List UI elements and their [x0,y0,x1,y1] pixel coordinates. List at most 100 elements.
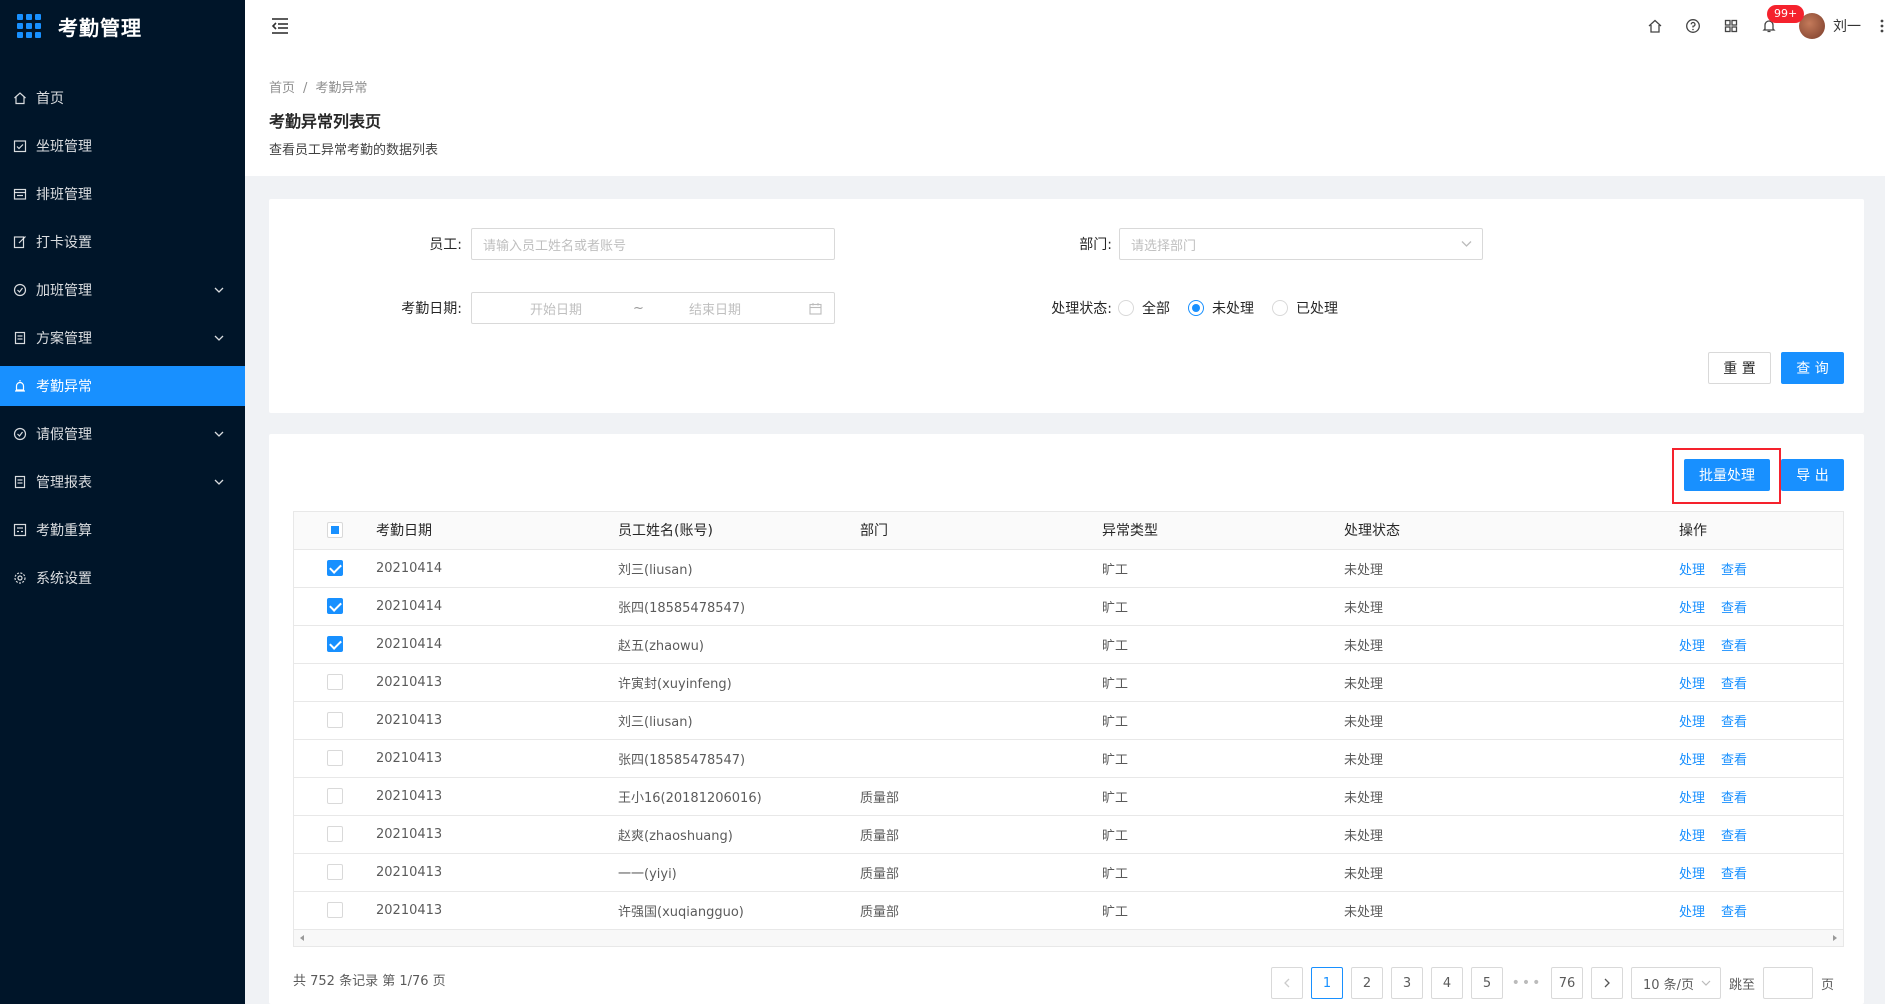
user-name[interactable]: 刘一 [1833,16,1861,36]
scroll-left-icon[interactable] [300,935,304,941]
row-checkbox[interactable] [327,674,343,690]
table-row[interactable]: 20210413 赵爽(zhaoshuang) 质量部 旷工 未处理 处理 查看 [294,815,1843,854]
sidebar-item-5[interactable]: 方案管理 [0,318,245,358]
horizontal-scrollbar[interactable] [294,929,1843,946]
reset-button[interactable]: 重 置 [1708,352,1771,384]
sidebar-item-3[interactable]: 打卡设置 [0,222,245,262]
row-checkbox[interactable] [327,712,343,728]
page-4-button[interactable]: 4 [1431,967,1463,999]
scroll-right-icon[interactable] [1833,935,1837,941]
view-link[interactable]: 查看 [1721,715,1747,730]
row-checkbox[interactable] [327,560,343,576]
status-radio-all[interactable]: 全部 [1118,298,1170,318]
notification-button[interactable]: 99+ [1761,5,1805,34]
last-page-button[interactable]: 76 [1551,967,1583,999]
table-row[interactable]: 20210414 张四(18585478547) 旷工 未处理 处理 查看 [294,587,1843,626]
sidebar-item-7[interactable]: 请假管理 [0,414,245,454]
table-row[interactable]: 20210414 赵五(zhaowu) 旷工 未处理 处理 查看 [294,625,1843,664]
sidebar-item-1[interactable]: 坐班管理 [0,126,245,166]
prev-page-button[interactable] [1271,967,1303,999]
view-link[interactable]: 查看 [1721,905,1747,920]
cell-type: 旷工 [1102,853,1344,892]
home-icon[interactable] [1647,18,1663,34]
export-button[interactable]: 导 出 [1781,459,1844,491]
page-size-select[interactable]: 10 条/页 [1631,967,1721,999]
edit-icon [13,235,27,249]
process-link[interactable]: 处理 [1679,867,1705,882]
more-pages-icon[interactable]: ••• [1511,975,1543,991]
table-row[interactable]: 20210413 许寅封(xuyinfeng) 旷工 未处理 处理 查看 [294,663,1843,702]
status-radio-processed[interactable]: 已处理 [1272,298,1338,318]
view-link[interactable]: 查看 [1721,753,1747,768]
table-row[interactable]: 20210413 许强国(xuqiangguo) 质量部 旷工 未处理 处理 查看 [294,891,1843,930]
next-page-button[interactable] [1591,967,1623,999]
column-header-name[interactable]: 员工姓名(账号) [618,512,860,550]
column-header-dept[interactable]: 部门 [860,512,1102,550]
row-checkbox[interactable] [327,864,343,880]
row-checkbox[interactable] [327,636,343,652]
cell-actions: 处理 查看 [1679,549,1843,588]
query-button[interactable]: 查 询 [1781,352,1844,384]
date-range-picker[interactable]: 开始日期 ~ 结束日期 [471,292,835,324]
dept-select[interactable]: 请选择部门 [1119,228,1483,260]
sidebar-item-6[interactable]: 考勤异常 [0,366,245,406]
process-link[interactable]: 处理 [1679,677,1705,692]
sidebar-item-4[interactable]: 加班管理 [0,270,245,310]
table-row[interactable]: 20210413 刘三(liusan) 旷工 未处理 处理 查看 [294,701,1843,740]
sidebar-item-8[interactable]: 管理报表 [0,462,245,502]
breadcrumb-current: 考勤异常 [315,81,368,96]
view-link[interactable]: 查看 [1721,563,1747,578]
end-date-input[interactable]: 结束日期 [689,299,741,318]
app-logo[interactable]: 考勤管理 [0,0,245,52]
view-link[interactable]: 查看 [1721,639,1747,654]
view-link[interactable]: 查看 [1721,791,1747,806]
process-link[interactable]: 处理 [1679,753,1705,768]
table-row[interactable]: 20210414 刘三(liusan) 旷工 未处理 处理 查看 [294,549,1843,588]
select-all-checkbox[interactable] [327,522,343,539]
sidebar-item-10[interactable]: 系统设置 [0,558,245,598]
page-5-button[interactable]: 5 [1471,967,1503,999]
column-header-date[interactable]: 考勤日期 [376,512,618,550]
process-link[interactable]: 处理 [1679,563,1705,578]
row-checkbox[interactable] [327,826,343,842]
page-3-button[interactable]: 3 [1391,967,1423,999]
breadcrumb-home[interactable]: 首页 [269,81,295,96]
sidebar-item-9[interactable]: 考勤重算 [0,510,245,550]
process-link[interactable]: 处理 [1679,829,1705,844]
status-radio-unprocessed[interactable]: 未处理 [1188,298,1254,318]
breadcrumb: 首页 / 考勤异常 [269,77,367,96]
employee-search-input[interactable]: 请输入员工姓名或者账号 [471,228,835,260]
process-link[interactable]: 处理 [1679,715,1705,730]
column-header-type[interactable]: 异常类型 [1102,512,1344,550]
sidebar-item-0[interactable]: 首页 [0,78,245,118]
more-vertical-icon[interactable] [1879,18,1885,34]
start-date-input[interactable]: 开始日期 [530,299,582,318]
row-checkbox[interactable] [327,902,343,918]
cell-date: 20210413 [376,853,618,892]
table-row[interactable]: 20210413 张四(18585478547) 旷工 未处理 处理 查看 [294,739,1843,778]
batch-process-button[interactable]: 批量处理 [1684,459,1770,491]
view-link[interactable]: 查看 [1721,867,1747,882]
cell-name: 张四(18585478547) [618,587,860,626]
process-link[interactable]: 处理 [1679,639,1705,654]
row-checkbox[interactable] [327,788,343,804]
page-1-button[interactable]: 1 [1311,967,1343,999]
jump-page-input[interactable] [1763,967,1814,999]
process-link[interactable]: 处理 [1679,601,1705,616]
sidebar-item-2[interactable]: 排班管理 [0,174,245,214]
page-2-button[interactable]: 2 [1351,967,1383,999]
row-checkbox[interactable] [327,750,343,766]
menu-fold-icon[interactable] [270,17,290,35]
view-link[interactable]: 查看 [1721,677,1747,692]
row-checkbox[interactable] [327,598,343,614]
table-row[interactable]: 20210413 一一(yiyi) 质量部 旷工 未处理 处理 查看 [294,853,1843,892]
view-link[interactable]: 查看 [1721,829,1747,844]
column-header-status[interactable]: 处理状态 [1344,512,1679,550]
process-link[interactable]: 处理 [1679,905,1705,920]
calendar-icon [809,303,822,315]
apps-icon[interactable] [1723,18,1739,34]
process-link[interactable]: 处理 [1679,791,1705,806]
view-link[interactable]: 查看 [1721,601,1747,616]
table-row[interactable]: 20210413 王小16(20181206016) 质量部 旷工 未处理 处理 查看 [294,777,1843,816]
help-icon[interactable] [1685,18,1701,34]
